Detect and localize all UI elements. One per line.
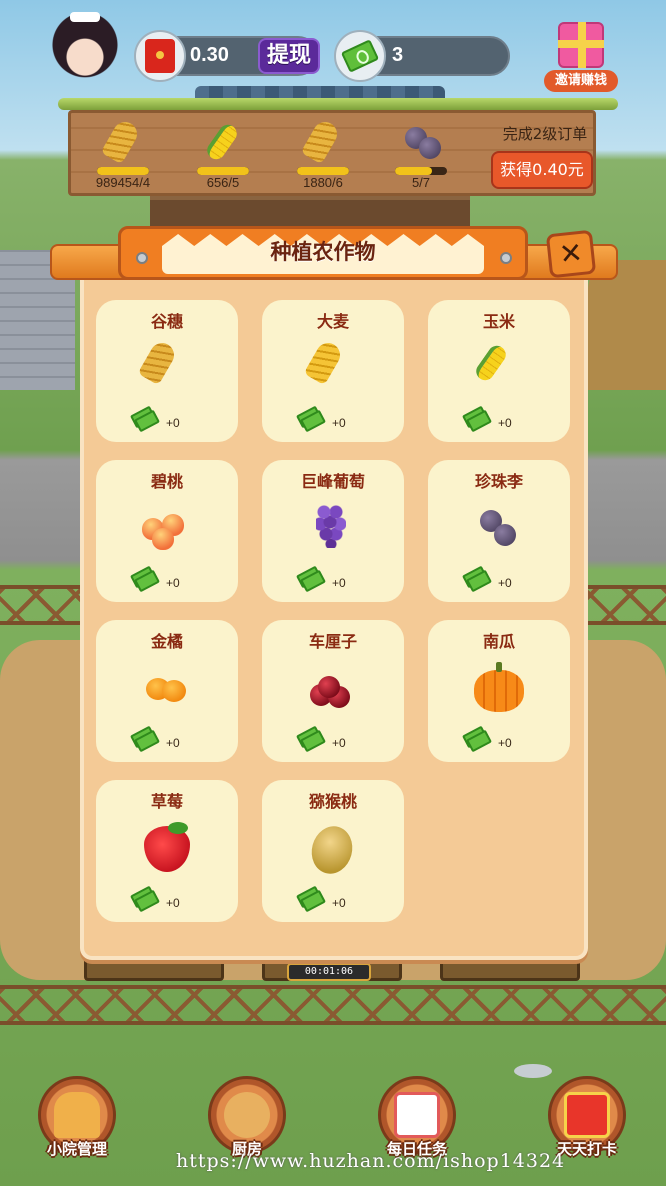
crop-card-kumquat[interactable]: 金橘 +0 [96,620,238,762]
fence-lower [0,985,666,1025]
peach-icon [138,500,196,558]
plum-icon [399,119,443,163]
crop-name: 玉米 [482,312,515,331]
avatar[interactable] [52,12,118,94]
modal-title: 种植农作物 [270,240,376,264]
crop-reward: +0 [166,416,180,430]
crop-reward: +0 [166,576,180,590]
order-progress-bar [97,167,149,175]
order-item: 656/5 [183,119,263,195]
crop-card-cherry[interactable]: 车厘子 +0 [262,620,404,762]
watermark: https://www.huzhan.com/ishop14324 [176,1150,566,1172]
money-icon [130,885,160,913]
kiwi-icon [304,820,362,879]
money-icon [462,565,492,593]
plum-icon [470,500,528,558]
crop-card-grape[interactable]: 巨峰葡萄 +0 [262,460,404,602]
money-icon [130,725,160,753]
red-packet-icon [134,30,186,82]
gift-icon [564,1092,610,1138]
invite-label: 邀请赚钱 [544,70,618,92]
plant-crops-modal: 谷穗 +0 大麦 +0 玉米 +0 碧桃 +0 巨峰葡萄 +0 珍珠李 +0 金… [80,258,588,960]
invite-button[interactable]: 邀请赚钱 [544,20,618,94]
order-progress-bar [395,167,447,175]
wheat-icon [100,117,145,165]
crop-name: 大麦 [316,312,349,331]
bolt-icon [500,252,512,264]
order-progress-bar [197,167,249,175]
crop-name: 珍珠李 [474,472,523,491]
crop-card-barley[interactable]: 大麦 +0 [262,300,404,442]
crop-name: 金橘 [150,632,183,651]
crop-reward: +0 [498,416,512,430]
order-count: 5/7 [411,175,431,190]
order-item: 1880/6 [283,117,363,195]
cash-balance: 0.30 [190,44,229,66]
order-title: 完成2级订单 [502,125,588,143]
money-icon [296,405,326,433]
order-count: 989454/4 [95,175,151,190]
crop-reward: +0 [332,416,346,430]
claim-reward-button[interactable]: 获得0.40元 [491,151,593,189]
pumpkin-icon [470,660,528,718]
order-item: 5/7 [381,119,461,195]
crop-name: 南瓜 [482,632,515,651]
crop-card-corn[interactable]: 玉米 +0 [428,300,570,442]
crop-name: 谷穗 [150,312,183,331]
money-icon [462,725,492,753]
kitchen-icon [224,1092,270,1138]
money-icon [130,565,160,593]
money-icon [296,565,326,593]
crop-reward: +0 [332,736,346,750]
cherry-icon [304,660,362,718]
calendar-icon [394,1092,440,1138]
crop-name: 猕猴桃 [308,792,357,811]
crop-name: 草莓 [150,792,183,811]
money-icon [296,725,326,753]
growth-timer: 00:01:06 [287,963,371,981]
crop-reward: +0 [498,736,512,750]
close-icon: ✕ [557,235,585,272]
close-button[interactable]: ✕ [545,229,597,279]
corn-icon [201,119,245,163]
crop-reward: +0 [332,576,346,590]
crop-reward: +0 [166,736,180,750]
order-count: 656/5 [206,175,240,190]
crop-name: 碧桃 [150,472,183,491]
barley-icon [303,338,362,398]
crop-reward: +0 [498,576,512,590]
crop-reward: +0 [332,896,346,910]
withdraw-button[interactable]: 提现 [258,38,320,74]
grape-icon [304,500,362,558]
kumquat-icon [138,660,196,718]
crop-name: 车厘子 [308,632,357,651]
bolt-icon [136,252,148,264]
money-icon [462,405,492,433]
money-icon [334,30,386,82]
wheat-icon [300,117,345,165]
crop-card-plum[interactable]: 珍珠李 +0 [428,460,570,602]
crop-card-millet[interactable]: 谷穗 +0 [96,300,238,442]
bamboo-rail [58,98,618,110]
money-balance: 3 [392,44,404,66]
house-icon [54,1092,100,1138]
corn-icon [470,340,528,398]
crop-card-kiwi[interactable]: 猕猴桃 +0 [262,780,404,922]
nav-label: 小院管理 [46,1140,107,1158]
nav-courtyard-button[interactable]: 小院管理 [32,1076,122,1168]
strawberry-icon [138,820,196,878]
crop-card-strawberry[interactable]: 草莓 +0 [96,780,238,922]
money-icon [130,405,160,433]
order-count: 1880/6 [303,175,343,190]
order-board: 989454/4 656/5 1880/6 5/7 完成2级订单 获得0.40元 [68,110,596,196]
gift-icon [558,22,604,68]
crop-card-peach[interactable]: 碧桃 +0 [96,460,238,602]
millet-icon [137,338,196,398]
order-progress-bar [297,167,349,175]
money-icon [296,885,326,913]
crop-card-pumpkin[interactable]: 南瓜 +0 [428,620,570,762]
crop-name: 巨峰葡萄 [300,472,365,491]
crop-reward: +0 [166,896,180,910]
order-item: 989454/4 [83,117,163,195]
